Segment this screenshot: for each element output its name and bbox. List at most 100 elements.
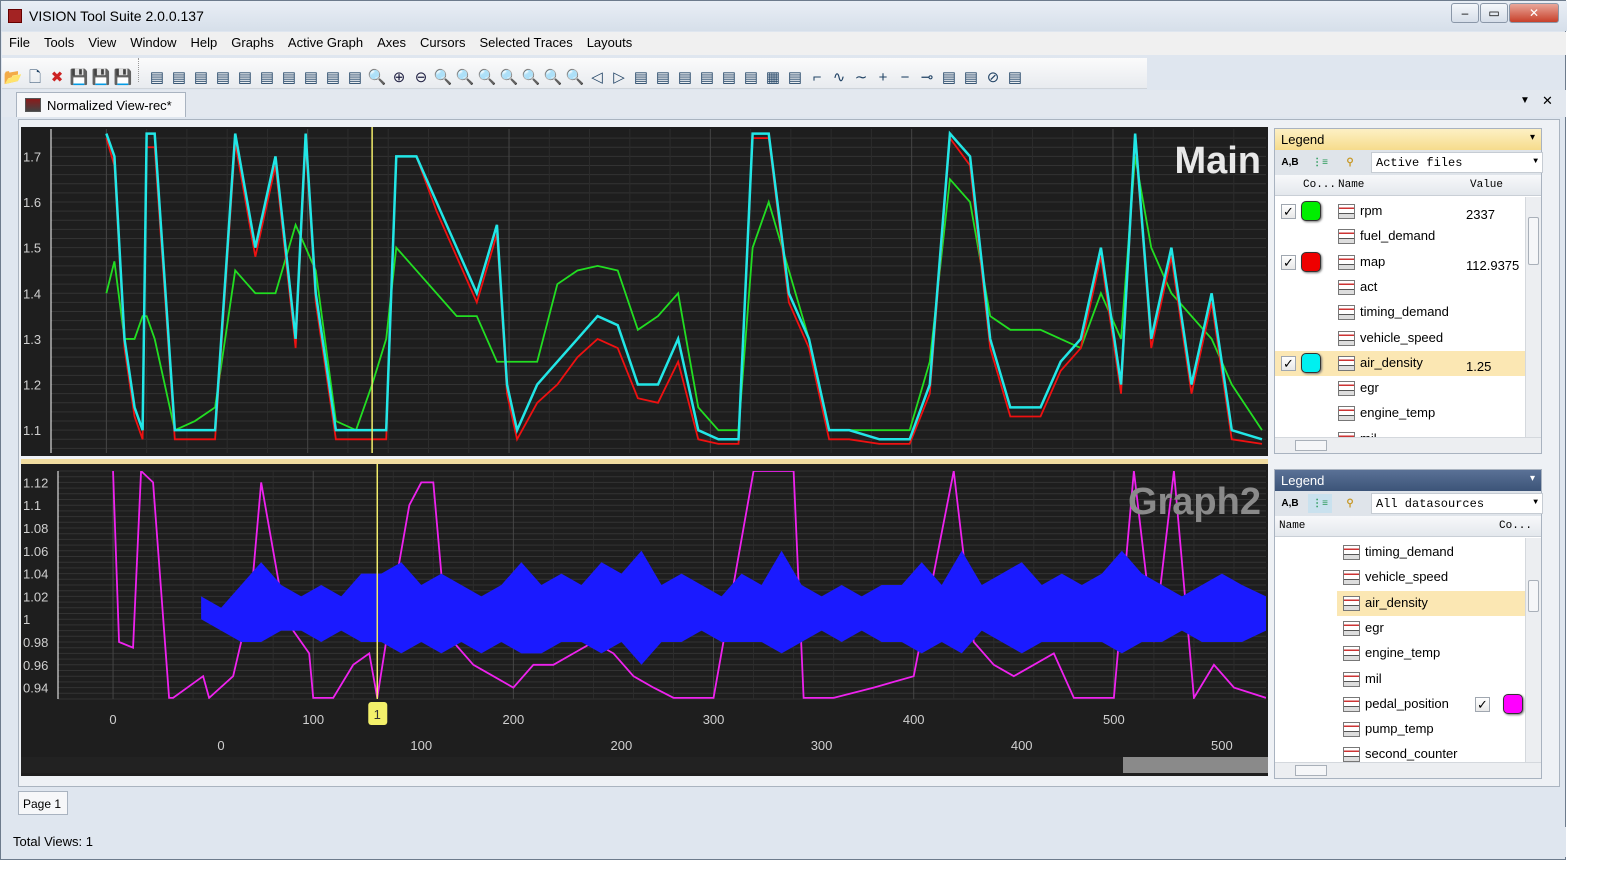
legend-row-map[interactable]: ✓ map 112.9375 bbox=[1275, 250, 1525, 275]
scrollbar-thumb[interactable] bbox=[1295, 440, 1327, 451]
zoom-cursor-icon[interactable]: 🔍 bbox=[476, 66, 498, 90]
scrollbar-thumb[interactable] bbox=[1528, 580, 1539, 612]
menu-help[interactable]: Help bbox=[184, 32, 225, 50]
save-as-icon[interactable]: 💾 bbox=[90, 66, 112, 90]
pin-icon[interactable]: ▾ bbox=[1530, 473, 1535, 484]
remove-icon[interactable]: − bbox=[894, 66, 916, 90]
sort-ab-button[interactable]: A,B bbox=[1278, 494, 1302, 513]
line-smooth-icon[interactable]: ∿ bbox=[828, 66, 850, 90]
menu-selected-traces[interactable]: Selected Traces bbox=[472, 32, 579, 50]
open-layout-icon[interactable]: ▤ bbox=[278, 66, 300, 90]
legend-row-pedal_position[interactable]: ✓ pedal_position bbox=[1275, 692, 1525, 717]
link-icon[interactable]: ⊸ bbox=[916, 66, 938, 90]
save-icon[interactable]: 💾 bbox=[68, 66, 90, 90]
legend-row-engine_temp[interactable]: engine_temp bbox=[1275, 641, 1525, 666]
legend-row-egr[interactable]: egr bbox=[1275, 616, 1525, 641]
search-icon[interactable]: ⚲ bbox=[1338, 153, 1362, 172]
open-folder-icon[interactable]: 📂 bbox=[2, 66, 24, 90]
column-color[interactable]: Co... bbox=[1303, 179, 1336, 191]
scrollbar-thumb[interactable] bbox=[1123, 757, 1268, 773]
y-axis-1-icon[interactable]: ▤ bbox=[234, 66, 256, 90]
layout-1-icon[interactable]: ▤ bbox=[300, 66, 322, 90]
visibility-checkbox[interactable]: ✓ bbox=[1475, 696, 1490, 712]
trace-edit-icon[interactable]: ▤ bbox=[718, 66, 740, 90]
menu-axes[interactable]: Axes bbox=[370, 32, 413, 50]
maximize-button[interactable]: ▭ bbox=[1480, 3, 1508, 23]
clear-graph-icon[interactable]: ⊘ bbox=[982, 66, 1004, 90]
tree-view-icon[interactable]: ⋮≡ bbox=[1308, 494, 1332, 513]
zoom-full-icon[interactable]: 🔍 bbox=[564, 66, 586, 90]
save-all-icon[interactable]: 💾 bbox=[112, 66, 134, 90]
zoom-fit-icon[interactable]: 🔍 bbox=[366, 66, 388, 90]
zoom-out-icon[interactable]: ⊖ bbox=[410, 66, 432, 90]
pin-icon[interactable]: ▾ bbox=[1530, 132, 1535, 143]
link-points-icon[interactable]: ▤ bbox=[938, 66, 960, 90]
legend-filter-select[interactable]: Active files ▼ bbox=[1371, 152, 1543, 173]
legend-row-fuel_demand[interactable]: fuel_demand bbox=[1275, 224, 1525, 249]
close-button[interactable]: ✕ bbox=[1509, 3, 1559, 23]
menu-cursors[interactable]: Cursors bbox=[413, 32, 473, 50]
close-file-icon[interactable]: ✖ bbox=[46, 66, 68, 90]
tree-view-icon[interactable]: ⋮≡ bbox=[1308, 153, 1332, 172]
line-wave-icon[interactable]: ∼ bbox=[850, 66, 872, 90]
trace-color-swatch[interactable] bbox=[1301, 352, 1321, 373]
line-points-icon[interactable]: ▤ bbox=[784, 66, 806, 90]
trace-color-swatch[interactable] bbox=[1503, 693, 1523, 714]
trace-stack-icon[interactable]: ▤ bbox=[740, 66, 762, 90]
traces-uncheck-icon[interactable]: ▤ bbox=[696, 66, 718, 90]
scrollbar-thumb[interactable] bbox=[1528, 217, 1539, 265]
zoom-vertical-icon[interactable]: 🔍 bbox=[454, 66, 476, 90]
legend-row-rpm[interactable]: ✓ rpm 2337 bbox=[1275, 199, 1525, 224]
y-axis-table-icon[interactable]: ▤ bbox=[212, 66, 234, 90]
zoom-back-icon[interactable]: 🔍 bbox=[520, 66, 542, 90]
graph-horizontal-scrollbar[interactable] bbox=[21, 757, 1268, 773]
trace-color-swatch[interactable] bbox=[1301, 251, 1321, 272]
menu-layouts[interactable]: Layouts bbox=[580, 32, 640, 50]
legend-horizontal-scrollbar[interactable] bbox=[1275, 762, 1541, 778]
cursor-numbers-icon[interactable]: ▤ bbox=[630, 66, 652, 90]
grid-icon[interactable]: ▦ bbox=[762, 66, 784, 90]
cursor-left-icon[interactable]: ◁ bbox=[586, 66, 608, 90]
annotate-icon[interactable]: ▤ bbox=[960, 66, 982, 90]
search-icon[interactable]: ⚲ bbox=[1338, 494, 1362, 513]
legend-row-egr[interactable]: egr bbox=[1275, 376, 1525, 401]
scrollbar-thumb[interactable] bbox=[1295, 765, 1327, 776]
menu-tools[interactable]: Tools bbox=[37, 32, 81, 50]
table-props-icon[interactable]: ▤ bbox=[190, 66, 212, 90]
menu-file[interactable]: File bbox=[2, 32, 37, 50]
legend-row-air_density[interactable]: air_density bbox=[1337, 590, 1525, 616]
add-table-icon[interactable]: ▤ bbox=[146, 66, 168, 90]
visibility-checkbox[interactable]: ✓ bbox=[1281, 254, 1296, 270]
column-value[interactable]: Value bbox=[1470, 179, 1503, 191]
legend-row-timing_demand[interactable]: timing_demand bbox=[1275, 300, 1525, 325]
sort-ab-button[interactable]: A,B bbox=[1278, 153, 1302, 172]
legend-row-engine_temp[interactable]: engine_temp bbox=[1275, 401, 1525, 426]
column-color[interactable]: Co... bbox=[1499, 520, 1532, 532]
y-axis-2-icon[interactable]: ▤ bbox=[256, 66, 278, 90]
menu-view[interactable]: View bbox=[81, 32, 123, 50]
zoom-disabled-icon[interactable]: 🔍 bbox=[542, 66, 564, 90]
cursor-right-icon[interactable]: ▷ bbox=[608, 66, 630, 90]
add-icon[interactable]: + bbox=[872, 66, 894, 90]
visibility-checkbox[interactable]: ✓ bbox=[1281, 204, 1296, 219]
legend-horizontal-scrollbar[interactable] bbox=[1275, 437, 1541, 453]
minimize-button[interactable]: – bbox=[1451, 3, 1479, 23]
layout-3-icon[interactable]: ▤ bbox=[344, 66, 366, 90]
zoom-in-icon[interactable]: ⊕ bbox=[388, 66, 410, 90]
new-file-icon[interactable]: 🗋 bbox=[24, 66, 46, 90]
legend-row-vehicle_speed[interactable]: vehicle_speed bbox=[1275, 565, 1525, 590]
column-name[interactable]: Name bbox=[1279, 520, 1305, 532]
menu-active-graph[interactable]: Active Graph bbox=[281, 32, 370, 50]
zoom-help-icon[interactable]: 🔍 bbox=[498, 66, 520, 90]
legend-row-air_density[interactable]: ✓ air_density 1.25 bbox=[1275, 350, 1525, 376]
legend-row-mil[interactable]: mil bbox=[1275, 667, 1525, 692]
close-tab-icon[interactable]: ✕ bbox=[1542, 93, 1553, 109]
legend-row-vehicle_speed[interactable]: vehicle_speed bbox=[1275, 326, 1525, 351]
legend-vertical-scrollbar[interactable] bbox=[1525, 197, 1541, 437]
traces-check-icon[interactable]: ▤ bbox=[674, 66, 696, 90]
tab-list-dropdown-icon[interactable]: ▼ bbox=[1520, 95, 1530, 106]
graph2[interactable]: 1.12 1.1 1.08 1.06 1.04 1.02 1 0.98 0.96 0.94 Grap… bbox=[21, 464, 1268, 776]
column-name[interactable]: Name bbox=[1338, 179, 1364, 191]
main-graph[interactable]: 1.7 1.6 1.5 1.4 1.3 1.2 1.1 Main bbox=[21, 127, 1268, 456]
remove-table-icon[interactable]: ▤ bbox=[168, 66, 190, 90]
